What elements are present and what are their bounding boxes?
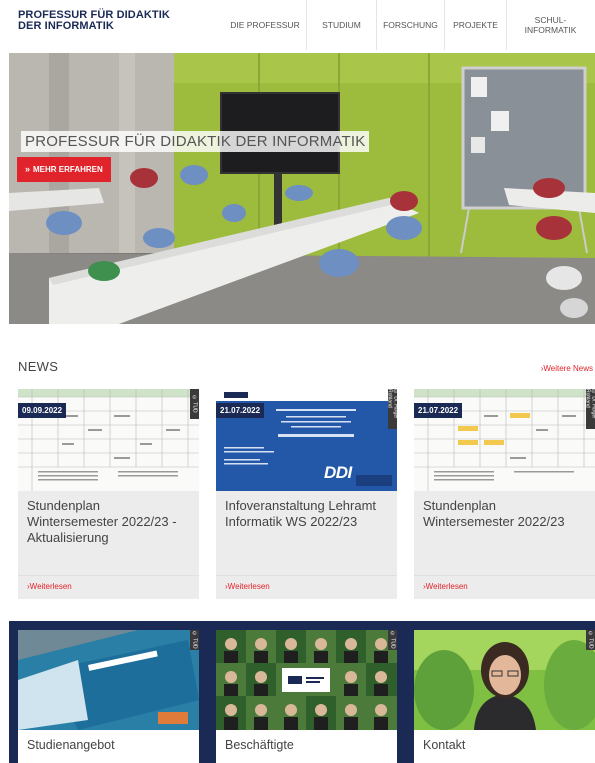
nav-item-forschung[interactable]: FORSCHUNG xyxy=(376,0,444,50)
site-header: PROFESSUR FÜR DIDAKTIK DER INFORMATIK DI… xyxy=(0,0,595,52)
nav-label: SCHUL- INFORMATIK xyxy=(525,15,577,35)
photo-credit: © TUD xyxy=(586,630,595,650)
tile-kontakt[interactable]: © TUD Kontakt xyxy=(414,630,595,763)
photo-credit: © TUD xyxy=(190,630,199,650)
news-title: Infoveranstaltung Lehramt Informatik WS … xyxy=(225,498,377,529)
tile-label: Kontakt xyxy=(423,738,466,752)
nav-item-professur[interactable]: DIE PROFESSUR xyxy=(224,0,306,50)
nav-label: PROJEKTE xyxy=(453,20,498,30)
brochure-image xyxy=(18,630,199,730)
ddi-logo: DDI xyxy=(324,463,352,482)
site-logo[interactable]: PROFESSUR FÜR DIDAKTIK DER INFORMATIK xyxy=(18,10,170,32)
news-title: Stundenplan Wintersemester 2022/23 - Akt… xyxy=(27,498,177,545)
photo-credit: © Dr. Holger Rohland xyxy=(387,389,397,429)
nav-label: DIE PROFESSUR xyxy=(230,20,300,30)
news-date: 09.09.2022 xyxy=(18,403,67,418)
news-card[interactable]: 21.07.2022 © Dr. Holger Rohland Stundenp… xyxy=(414,389,595,599)
tile-beschaeftigte[interactable]: © TUD Beschäftigte xyxy=(216,630,397,763)
double-chevron-down-icon: » xyxy=(25,164,31,174)
tile-label: Studienangebot xyxy=(27,738,115,752)
nav-label: FORSCHUNG xyxy=(383,20,438,30)
hero-classroom-photo xyxy=(9,53,595,324)
news-date: 21.07.2022 xyxy=(216,403,265,418)
news-card[interactable]: 09.09.2022 © TUD Stundenplan Wintersemes… xyxy=(18,389,199,599)
more-news-link[interactable]: ›Weitere News xyxy=(541,364,593,373)
tile-studienangebot[interactable]: © TUD Studienangebot xyxy=(18,630,199,763)
hero-title: PROFESSUR FÜR DIDAKTIK DER INFORMATIK xyxy=(21,131,370,152)
read-more-link[interactable]: ›Weiterlesen xyxy=(18,575,199,599)
news-heading: NEWS xyxy=(18,359,59,374)
news-title: Stundenplan Wintersemester 2022/23 xyxy=(423,498,565,529)
staff-collage: © TUD xyxy=(216,630,397,730)
logo-line-2: DER INFORMATIK xyxy=(18,20,114,32)
read-more-link[interactable]: ›Weiterlesen xyxy=(216,575,397,599)
tile-label: Beschäftigte xyxy=(225,738,294,752)
event-poster-thumbnail: DDI 21.07.2022 © Dr. Holger Rohland xyxy=(216,389,397,491)
news-date: 21.07.2022 xyxy=(414,403,463,418)
main-nav: DIE PROFESSUR STUDIUM FORSCHUNG PROJEKTE… xyxy=(224,0,594,50)
more-info-button[interactable]: » MEHR ERFAHREN xyxy=(17,157,111,182)
quick-links-section: © TUD Studienangebot © TUD Beschäftigte … xyxy=(9,621,595,763)
hero-banner: PROFESSUR FÜR DIDAKTIK DER INFORMATIK » … xyxy=(9,53,595,324)
news-card[interactable]: DDI 21.07.2022 © Dr. Holger Rohland Info… xyxy=(216,389,397,599)
read-more-link[interactable]: ›Weiterlesen xyxy=(414,575,595,599)
nav-label-line: INFORMATIK xyxy=(524,25,577,35)
staff-collage-image xyxy=(216,630,397,730)
contact-portrait: © TUD xyxy=(414,630,595,730)
timetable-thumbnail: 21.07.2022 © Dr. Holger Rohland xyxy=(414,389,595,491)
timetable-thumbnail: 09.09.2022 © TUD xyxy=(18,389,199,491)
nav-item-projekte[interactable]: PROJEKTE xyxy=(444,0,506,50)
nav-label: STUDIUM xyxy=(322,20,361,30)
photo-credit: © TUD xyxy=(190,389,199,419)
nav-item-schulinformatik[interactable]: SCHUL- INFORMATIK xyxy=(506,0,594,50)
photo-credit: © Dr. Holger Rohland xyxy=(585,389,595,429)
nav-item-studium[interactable]: STUDIUM xyxy=(306,0,376,50)
photo-credit: © TUD xyxy=(388,630,397,650)
button-label: MEHR ERFAHREN xyxy=(33,165,103,174)
brochure-photo: © TUD xyxy=(18,630,199,730)
contact-portrait-image xyxy=(414,630,595,730)
nav-label-line: SCHUL- xyxy=(534,15,567,25)
